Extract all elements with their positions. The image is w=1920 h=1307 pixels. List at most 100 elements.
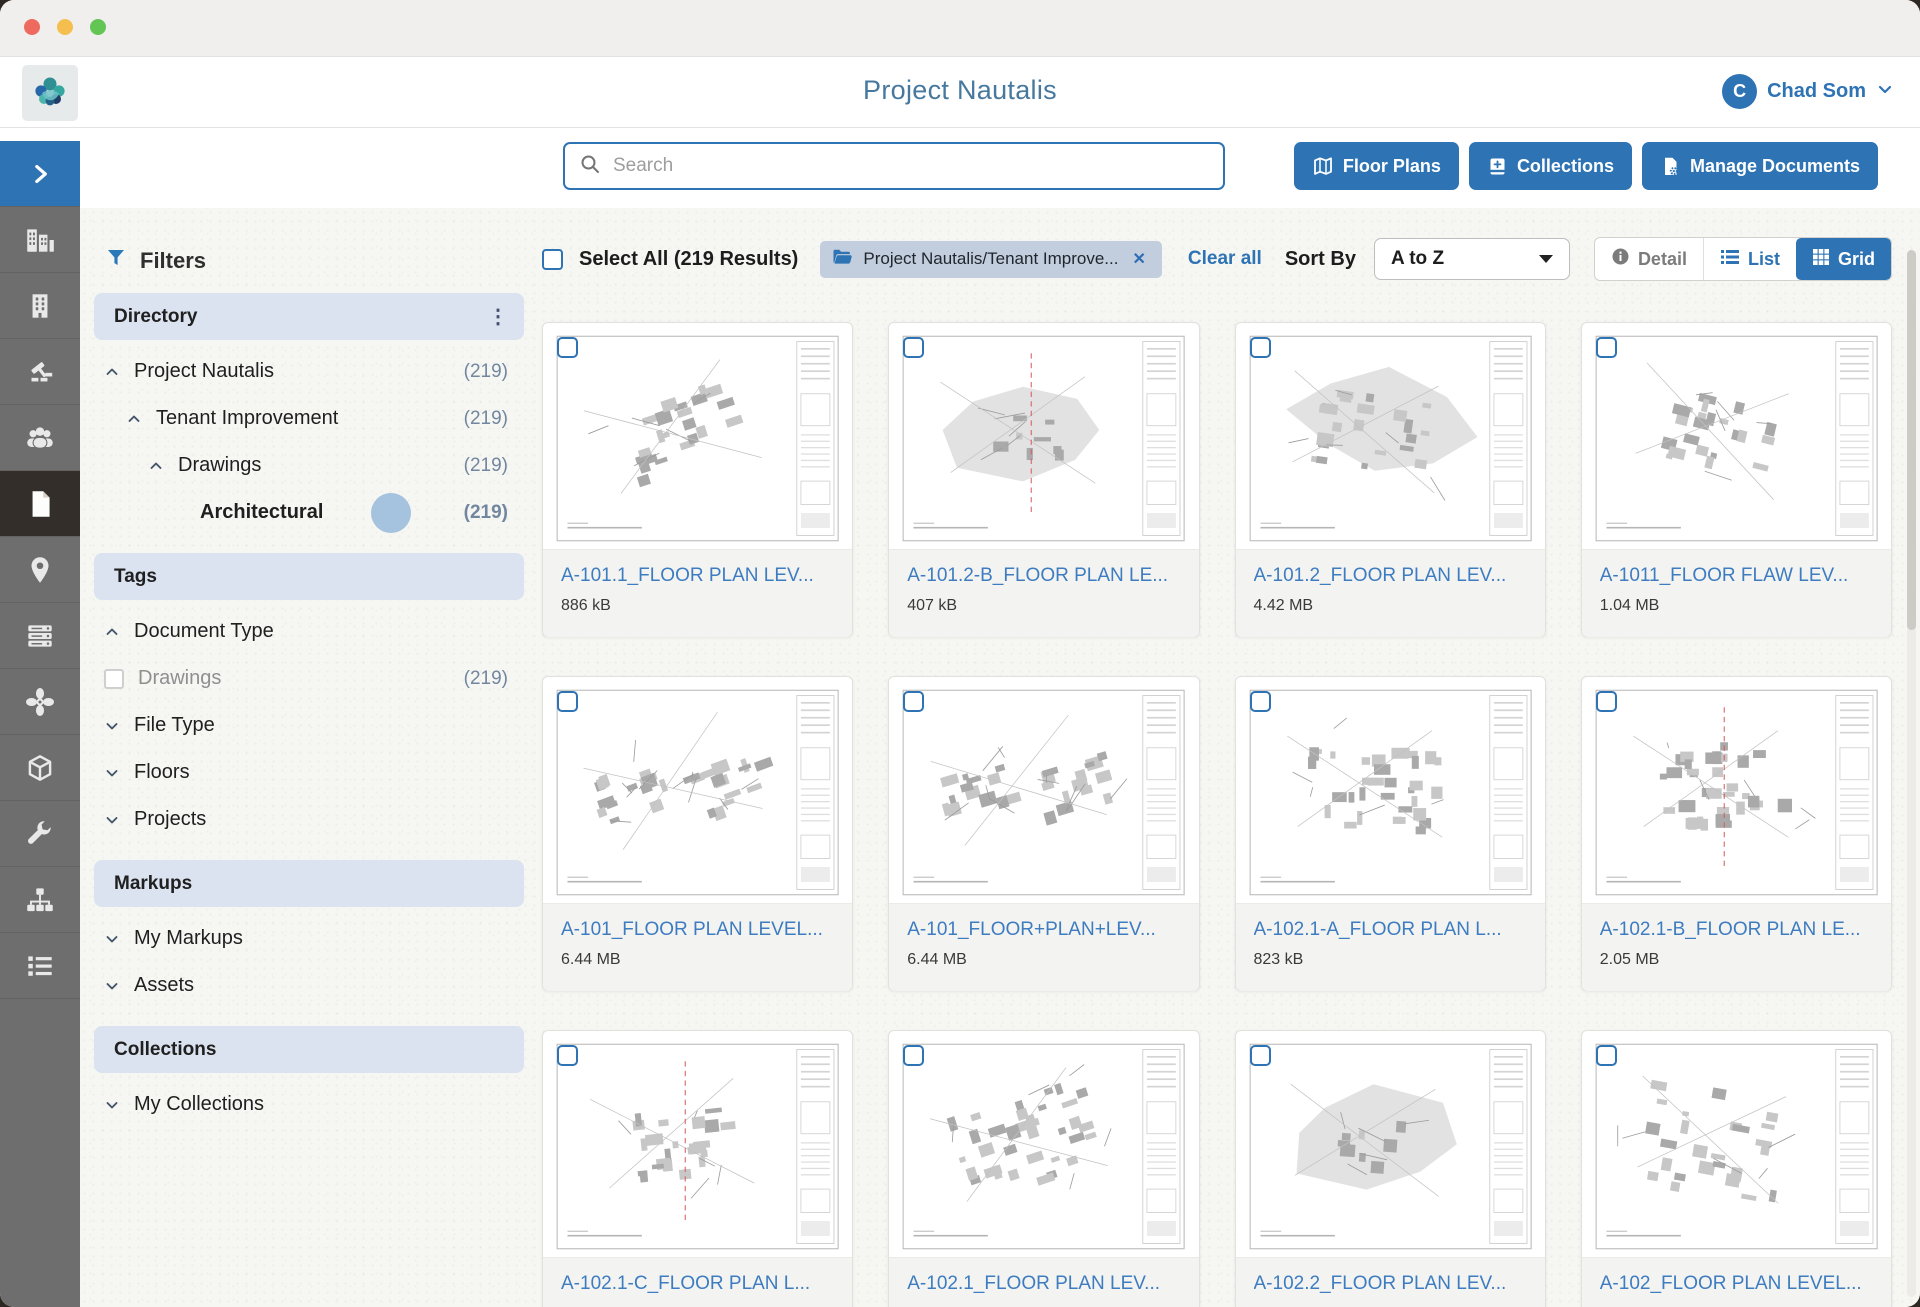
document-card[interactable]: A-102.1-A_FLOOR PLAN L... 823 kB — [1235, 676, 1546, 991]
document-checkbox[interactable] — [903, 691, 924, 712]
close-window-button[interactable] — [24, 19, 40, 35]
nav-construction[interactable] — [0, 339, 80, 405]
filter-checkbox[interactable] — [104, 669, 124, 689]
nav-documents[interactable] — [0, 471, 80, 537]
document-checkbox[interactable] — [1250, 691, 1271, 712]
nav-tools[interactable] — [0, 801, 80, 867]
card-footer: A-102_FLOOR PLAN LEVEL... — [1582, 1258, 1891, 1307]
nav-list[interactable] — [0, 933, 80, 999]
document-card[interactable]: A-102.1-B_FLOOR PLAN LE...2.05 MB — [1581, 676, 1892, 991]
nav-fan[interactable] — [0, 669, 80, 735]
filter-chip[interactable]: Project Nautalis/Tenant Improve... ✕ — [820, 241, 1162, 278]
document-card[interactable]: A-102.2_FLOOR PLAN LEV... — [1235, 1030, 1546, 1307]
document-checkbox[interactable] — [1596, 691, 1617, 712]
document-name[interactable]: A-1011_FLOOR FLAW LEV... — [1600, 565, 1873, 587]
chevron-down-icon[interactable] — [104, 765, 120, 781]
document-name[interactable]: A-102.1-A_FLOOR PLAN L... — [1254, 919, 1527, 941]
detail-view-button[interactable]: Detail — [1595, 238, 1703, 280]
document-checkbox[interactable] — [557, 691, 578, 712]
document-checkbox[interactable] — [903, 1045, 924, 1066]
select-all-label[interactable]: Select All (219 Results) — [579, 248, 798, 271]
chevron-down-icon[interactable] — [104, 812, 120, 828]
filter-item-document-type[interactable]: Document Type — [94, 608, 524, 655]
search-box[interactable] — [563, 142, 1225, 190]
document-checkbox[interactable] — [557, 337, 578, 358]
document-card[interactable]: A-102_FLOOR PLAN LEVEL... — [1581, 1030, 1892, 1307]
clear-all-button[interactable]: Clear all — [1188, 248, 1262, 270]
document-checkbox[interactable] — [1596, 1045, 1617, 1066]
grid-view-button[interactable]: Grid — [1796, 238, 1891, 280]
chevron-down-icon[interactable] — [104, 978, 120, 994]
chevron-down-icon[interactable] — [104, 1097, 120, 1113]
filter-item-floors[interactable]: Floors — [94, 749, 524, 796]
nav-building[interactable] — [0, 273, 80, 339]
nav-model[interactable] — [0, 735, 80, 801]
document-name[interactable]: A-102.1-B_FLOOR PLAN LE... — [1600, 919, 1873, 941]
card-footer: A-102.1-B_FLOOR PLAN LE...2.05 MB — [1582, 904, 1891, 991]
nav-location[interactable] — [0, 537, 80, 603]
search-input[interactable] — [611, 154, 1209, 178]
document-card[interactable]: A-101.1_FLOOR PLAN LEV...886 kB — [542, 322, 853, 637]
chevron-down-icon[interactable] — [104, 931, 120, 947]
select-all-checkbox[interactable] — [542, 249, 563, 270]
filters-panel: Filters Directory⋮Project Nautalis(219)T… — [80, 208, 524, 1307]
document-checkbox[interactable] — [557, 1045, 578, 1066]
document-checkbox[interactable] — [903, 337, 924, 358]
document-thumbnail — [543, 677, 852, 904]
card-footer: A-101.2-B_FLOOR PLAN LE...407 kB — [889, 550, 1198, 637]
document-name[interactable]: A-102.2_FLOOR PLAN LEV... — [1254, 1273, 1527, 1295]
nav-team[interactable] — [0, 405, 80, 471]
document-name[interactable]: A-101.1_FLOOR PLAN LEV... — [561, 565, 834, 587]
filter-item-my-collections[interactable]: My Collections — [94, 1081, 524, 1128]
document-name[interactable]: A-102.1_FLOOR PLAN LEV... — [907, 1273, 1180, 1295]
document-name[interactable]: A-102.1-C_FLOOR PLAN L... — [561, 1273, 834, 1295]
user-menu[interactable]: C Chad Som — [1722, 74, 1894, 109]
list-view-button[interactable]: List — [1703, 238, 1796, 280]
chevron-down-icon[interactable] — [104, 718, 120, 734]
nav-hierarchy[interactable] — [0, 867, 80, 933]
document-name[interactable]: A-101_FLOOR+PLAN+LEV... — [907, 919, 1180, 941]
collections-button[interactable]: Collections — [1469, 142, 1632, 190]
scrollbar-thumb[interactable] — [1907, 250, 1916, 630]
filter-item-tenant-improvement[interactable]: Tenant Improvement(219) — [94, 395, 524, 442]
chevron-up-icon[interactable] — [104, 364, 120, 380]
filter-item-projects[interactable]: Projects — [94, 796, 524, 843]
nav-factory[interactable] — [0, 207, 80, 273]
document-size: 823 kB — [1254, 951, 1527, 969]
nav-servers[interactable] — [0, 603, 80, 669]
filter-item-architectural[interactable]: Architectural(219) — [94, 489, 524, 536]
floor-plans-button[interactable]: Floor Plans — [1294, 142, 1459, 190]
document-card[interactable]: A-101.2_FLOOR PLAN LEV...4.42 MB — [1235, 322, 1546, 637]
filter-item-assets[interactable]: Assets — [94, 962, 524, 1009]
chevron-up-icon[interactable] — [104, 624, 120, 640]
filter-item-file-type[interactable]: File Type — [94, 702, 524, 749]
filter-item-project-nautalis[interactable]: Project Nautalis(219) — [94, 348, 524, 395]
scrollbar[interactable] — [1907, 250, 1916, 1297]
document-checkbox[interactable] — [1596, 337, 1617, 358]
chevron-up-icon[interactable] — [126, 411, 142, 427]
expand-sidebar[interactable] — [0, 141, 80, 207]
remove-filter-icon[interactable]: ✕ — [1128, 247, 1149, 271]
chevron-up-icon[interactable] — [148, 458, 164, 474]
grid-view-icon — [1812, 248, 1830, 271]
filter-item-drawings[interactable]: Drawings(219) — [94, 655, 524, 702]
document-checkbox[interactable] — [1250, 337, 1271, 358]
document-name[interactable]: A-101_FLOOR PLAN LEVEL... — [561, 919, 834, 941]
document-card[interactable]: A-102.1_FLOOR PLAN LEV... — [888, 1030, 1199, 1307]
document-checkbox[interactable] — [1250, 1045, 1271, 1066]
kebab-menu-icon[interactable]: ⋮ — [488, 307, 508, 327]
filter-item-drawings[interactable]: Drawings(219) — [94, 442, 524, 489]
minimize-window-button[interactable] — [57, 19, 73, 35]
zoom-window-button[interactable] — [90, 19, 106, 35]
document-card[interactable]: A-1011_FLOOR FLAW LEV...1.04 MB — [1581, 322, 1892, 637]
document-card[interactable]: A-101_FLOOR PLAN LEVEL...6.44 MB — [542, 676, 853, 991]
document-card[interactable]: A-101.2-B_FLOOR PLAN LE...407 kB — [888, 322, 1199, 637]
document-card[interactable]: A-102.1-C_FLOOR PLAN L... — [542, 1030, 853, 1307]
document-card[interactable]: A-101_FLOOR+PLAN+LEV...6.44 MB — [888, 676, 1199, 991]
document-name[interactable]: A-102_FLOOR PLAN LEVEL... — [1600, 1273, 1873, 1295]
sort-select[interactable]: A to Z — [1374, 238, 1570, 280]
manage-documents-button[interactable]: Manage Documents — [1642, 142, 1878, 190]
document-name[interactable]: A-101.2_FLOOR PLAN LEV... — [1254, 565, 1527, 587]
filter-item-my-markups[interactable]: My Markups — [94, 915, 524, 962]
document-name[interactable]: A-101.2-B_FLOOR PLAN LE... — [907, 565, 1180, 587]
